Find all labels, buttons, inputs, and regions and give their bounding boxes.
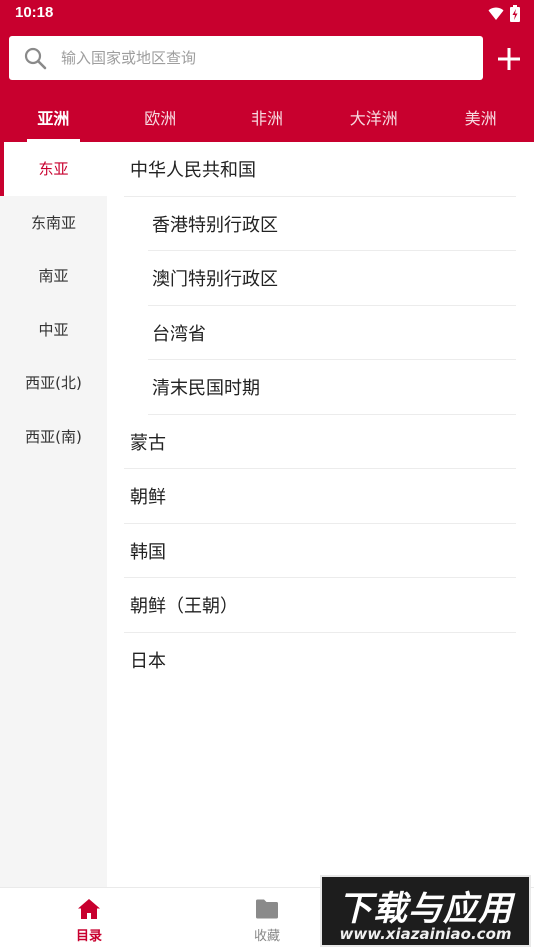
region-sidebar: 东亚 东南亚 南亚 中亚 西亚(北) 西亚(南) — [0, 142, 107, 887]
sidebar-item-central-asia[interactable]: 中亚 — [0, 303, 107, 357]
battery-charging-icon — [510, 5, 520, 22]
sidebar-item-label: 西亚(南) — [25, 427, 82, 446]
sidebar-item-east-asia[interactable]: 东亚 — [0, 142, 107, 196]
watermark-url: www.xiazainiao.com — [339, 925, 512, 943]
nav-favorites-label: 收藏 — [253, 929, 280, 944]
list-item[interactable]: 朝鲜 — [107, 469, 534, 524]
watermark-title: 下载与应用 — [338, 889, 513, 929]
list-item[interactable]: 朝鲜（王朝） — [107, 578, 534, 633]
list-item-label: 韩国 — [130, 541, 166, 563]
sidebar-item-label: 西亚(北) — [25, 374, 82, 393]
status-icons — [488, 5, 520, 22]
folder-icon — [256, 899, 278, 919]
tab-americas[interactable]: 美洲 — [427, 94, 534, 142]
sidebar-item-label: 东亚 — [38, 160, 69, 179]
wifi-icon — [488, 7, 504, 20]
list-item[interactable]: 蒙古 — [107, 415, 534, 470]
sidebar-item-west-asia-south[interactable]: 西亚(南) — [0, 410, 107, 464]
list-item-label: 中华人民共和国 — [130, 160, 256, 182]
tab-africa[interactable]: 非洲 — [214, 94, 321, 142]
list-item[interactable]: 日本 — [107, 633, 534, 688]
tab-label: 非洲 — [250, 109, 283, 128]
list-item[interactable]: 韩国 — [107, 524, 534, 579]
list-item-label: 日本 — [130, 650, 166, 672]
sidebar-item-label: 东南亚 — [30, 213, 76, 232]
list-item[interactable]: 清末民国时期 — [107, 360, 534, 415]
app-header: 10:18 亚洲 欧洲 非洲 大洋洲 美洲 — [0, 0, 534, 142]
list-item-label: 蒙古 — [130, 432, 166, 454]
sidebar-item-south-asia[interactable]: 南亚 — [0, 249, 107, 303]
sidebar-item-label: 南亚 — [38, 267, 69, 286]
list-item[interactable]: 澳门特别行政区 — [107, 251, 534, 306]
list-item-label: 香港特别行政区 — [152, 214, 278, 236]
plus-icon — [498, 48, 520, 70]
tab-label: 美洲 — [464, 109, 497, 128]
tab-asia[interactable]: 亚洲 — [0, 94, 107, 142]
list-item-label: 朝鲜 — [130, 487, 166, 509]
list-item-label: 台湾省 — [152, 323, 206, 345]
search-icon — [24, 47, 47, 70]
continent-tabs: 亚洲 欧洲 非洲 大洋洲 美洲 — [0, 94, 534, 142]
watermark-logo: 下载与应用 www.xiazainiao.com — [320, 875, 531, 947]
home-icon — [78, 899, 100, 919]
search-input[interactable] — [61, 36, 471, 80]
list-item[interactable]: 中华人民共和国 — [107, 142, 534, 197]
tab-label: 欧洲 — [144, 109, 177, 128]
status-bar: 10:18 — [0, 0, 534, 28]
search-box[interactable] — [9, 36, 483, 80]
sidebar-item-west-asia-north[interactable]: 西亚(北) — [0, 356, 107, 410]
sidebar-item-southeast-asia[interactable]: 东南亚 — [0, 196, 107, 250]
country-list: 中华人民共和国 香港特别行政区 澳门特别行政区 台湾省 清末民国时期 蒙古 朝鲜… — [107, 142, 534, 887]
list-item-label: 朝鲜（王朝） — [130, 596, 238, 618]
sidebar-item-label: 中亚 — [38, 320, 69, 339]
list-item[interactable]: 香港特别行政区 — [107, 197, 534, 252]
tab-europe[interactable]: 欧洲 — [107, 94, 214, 142]
status-time: 10:18 — [15, 4, 54, 21]
list-item-label: 澳门特别行政区 — [152, 269, 278, 291]
list-item[interactable]: 台湾省 — [107, 306, 534, 361]
nav-home-button[interactable]: 目录 — [39, 888, 139, 950]
tab-label: 亚洲 — [37, 109, 70, 128]
list-item-label: 清末民国时期 — [152, 378, 260, 400]
add-button[interactable] — [490, 40, 528, 78]
tab-label: 大洋洲 — [349, 109, 398, 128]
nav-home-label: 目录 — [75, 929, 102, 944]
tab-oceania[interactable]: 大洋洲 — [320, 94, 427, 142]
nav-favorites-button[interactable]: 收藏 — [217, 888, 317, 950]
